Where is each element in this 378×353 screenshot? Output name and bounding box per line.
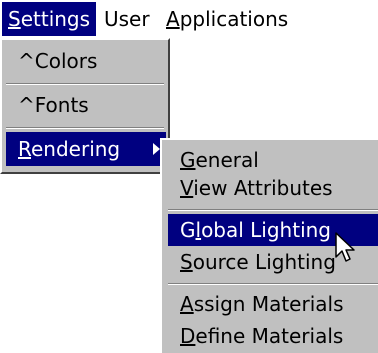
submenu-item-define-materials[interactable]: Define Materials: [168, 320, 378, 352]
menu-applications[interactable]: Applications: [160, 2, 294, 36]
submenu-item-source-lighting-label: ource Lighting: [192, 250, 336, 274]
toggle-indicator: ^: [18, 49, 35, 73]
menu-item-fonts-label: Fonts: [34, 93, 89, 117]
mnemonic: V: [180, 176, 194, 200]
mnemonic: G: [180, 148, 196, 172]
menu-separator: [6, 127, 164, 129]
submenu-item-global-lighting-label: obal Lighting: [201, 218, 332, 242]
menu-item-rendering-label: endering: [31, 137, 121, 161]
submenu-item-global-lighting-prefix: G: [180, 218, 196, 242]
submenu-item-assign-materials-label: ssign Materials: [193, 292, 344, 316]
toggle-indicator: ^: [18, 93, 35, 117]
menu-applications-label: pplications: [179, 7, 289, 31]
menu-bar: Settings User Applications: [0, 0, 378, 38]
mnemonic: A: [180, 292, 194, 316]
menu-item-fonts[interactable]: ^Fonts: [6, 88, 166, 122]
submenu-item-view-attributes-label: iew Attributes: [193, 176, 333, 200]
menu-settings-label: ettings: [20, 7, 91, 31]
mouse-pointer-icon: [335, 232, 355, 262]
settings-dropdown: ^Colors ^Fonts Rendering: [0, 38, 170, 174]
submenu-item-general-label: eneral: [195, 148, 259, 172]
menu-user-label: User: [104, 7, 150, 31]
mnemonic: S: [180, 250, 193, 274]
submenu-item-assign-materials[interactable]: Assign Materials: [168, 288, 378, 320]
menu-item-colors-label: Colors: [34, 49, 98, 73]
submenu-arrow-icon: [153, 143, 160, 155]
menu-user[interactable]: User: [98, 2, 156, 36]
menu-item-rendering[interactable]: Rendering: [6, 132, 166, 166]
mnemonic: A: [166, 7, 180, 31]
menu-settings[interactable]: Settings: [2, 2, 97, 36]
menu-separator: [168, 283, 378, 285]
mnemonic: D: [180, 324, 196, 348]
menu-separator: [6, 83, 164, 85]
menu-separator: [168, 209, 378, 211]
mnemonic: S: [8, 7, 21, 31]
submenu-item-view-attributes[interactable]: View Attributes: [168, 172, 378, 204]
mnemonic: R: [18, 137, 31, 161]
submenu-item-define-materials-label: efine Materials: [195, 324, 344, 348]
menu-item-colors[interactable]: ^Colors: [6, 44, 166, 78]
